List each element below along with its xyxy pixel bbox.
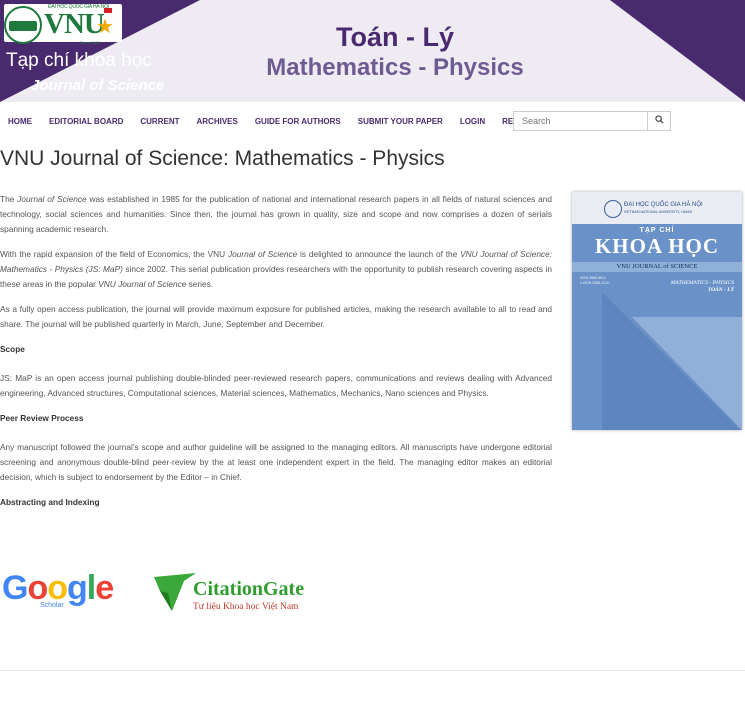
nav-current[interactable]: CURRENT [140,117,179,126]
citationgate-logo[interactable]: CitationGate [193,578,304,601]
google-scholar-label: Scholar [40,602,64,609]
cover-khoa-hoc: KHOA HỌC [594,234,720,258]
open-access-paragraph: As a fully open access publication, the … [0,304,552,329]
flag-icon [104,8,112,13]
nav-home[interactable]: HOME [8,117,32,126]
nav-archives[interactable]: ARCHIVES [196,117,237,126]
cover-subject: MATHEMATICS - PHYSICS TOÁN - LÝ [670,280,734,293]
cover-band: VNU JOURNAL of SCIENCE [572,262,742,272]
cover-header [572,192,742,224]
cover-seal-icon [604,200,622,218]
nav-guide-for-authors[interactable]: GUIDE FOR AUTHORS [255,117,341,126]
main-nav: HOME EDITORIAL BOARD CURRENT ARCHIVES GU… [8,117,560,126]
search-button[interactable] [648,112,670,130]
launch-paragraph: With the rapid expansion of the field of… [0,249,553,289]
citationgate-check-icon[interactable] [154,573,196,613]
cover-university: ĐẠI HỌC QUỐC GIA HÀ NỘI [624,202,703,208]
nav-editorial-board[interactable]: EDITORIAL BOARD [49,117,123,126]
site-banner: ĐẠI HỌC QUỐC GIA HÀ NỘI VNU ★ Since 1993… [0,0,745,102]
indexing-heading: Abstracting and Indexing [0,497,100,507]
main-content: The Journal of Science was established i… [0,192,552,524]
peer-review-paragraph: Any manuscript followed the journal’s sc… [0,442,552,482]
nav-submit-your-paper[interactable]: SUBMIT YOUR PAPER [358,117,443,126]
journal-cover-image[interactable]: ĐẠI HỌC QUỐC GIA HÀ NỘI VIETNAM NATIONAL… [572,192,742,430]
cover-tap-chi: TẠP CHÍ [639,227,675,234]
cover-issn: ISSN 0866-8612 e-ISSN 2588-1124 [580,276,609,285]
page-title: VNU Journal of Science: Mathematics - Ph… [0,147,445,170]
scope-heading: Scope [0,344,25,354]
search-input[interactable] [514,112,648,130]
cover-decor-shape [632,317,742,430]
footer-divider [0,670,745,671]
peer-review-heading: Peer Review Process [0,413,84,423]
search-box [513,111,671,131]
banner-subject-en: Mathematics - Physics [266,54,524,81]
search-icon [654,115,664,124]
scope-paragraph: JS: MaP is an open access journal publis… [0,373,552,398]
nav-login[interactable]: LOGIN [460,117,485,126]
intro-paragraph: The Journal of Science was established i… [0,194,552,234]
cover-university-en: VIETNAM NATIONAL UNIVERSITY, HANOI [624,210,693,214]
citationgate-subtitle: Tư liệu Khoa học Việt Nam [193,602,299,612]
banner-subject-vi: Toán - Lý [336,22,454,52]
